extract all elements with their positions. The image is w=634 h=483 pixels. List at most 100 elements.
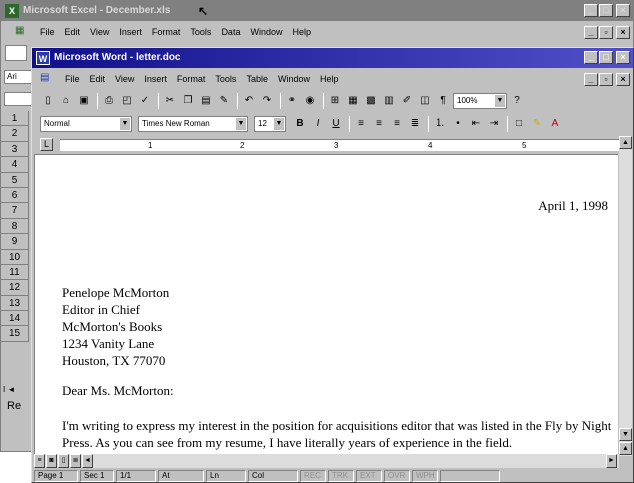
columns-icon[interactable]: ▥ — [381, 93, 397, 109]
word-menu-format[interactable]: Format — [172, 74, 211, 84]
normal-view-icon[interactable]: ≡ — [34, 454, 45, 468]
paste-icon[interactable]: ▤ — [198, 93, 214, 109]
status-spelling-icon[interactable] — [440, 469, 500, 482]
previous-page-icon[interactable]: ▲ — [619, 442, 632, 455]
chevron-down-icon[interactable]: ▼ — [274, 118, 284, 130]
row-header[interactable]: 15 — [1, 326, 29, 342]
zoom-select[interactable]: 100% ▼ — [453, 93, 507, 109]
excel-document-icon[interactable]: ▦ — [15, 25, 31, 39]
open-folder-icon[interactable]: ⌂ — [58, 93, 74, 109]
recipient-address[interactable]: Penelope McMorton Editor in Chief McMort… — [62, 284, 169, 369]
chevron-down-icon[interactable]: ▼ — [495, 95, 505, 107]
document-page[interactable]: April 1, 1998 Penelope McMorton Editor i… — [34, 154, 618, 454]
excel-minimize-button[interactable]: _ — [584, 4, 598, 17]
page-layout-icon[interactable]: ▯ — [58, 454, 69, 468]
status-rec[interactable]: REC — [300, 469, 326, 482]
word-menu-insert[interactable]: Insert — [139, 74, 172, 84]
underline-icon[interactable]: U — [328, 116, 344, 132]
excel-app-icon[interactable]: X — [5, 4, 19, 18]
excel-menu-window[interactable]: Window — [245, 27, 287, 37]
word-menu-table[interactable]: Table — [241, 74, 273, 84]
spelling-icon[interactable]: ✓ — [137, 93, 153, 109]
word-doc-close-button[interactable]: × — [616, 73, 630, 86]
italic-icon[interactable]: I — [310, 116, 326, 132]
excel-menu-edit[interactable]: Edit — [60, 27, 86, 37]
row-header[interactable]: 11 — [1, 264, 29, 281]
row-header[interactable]: 4 — [1, 157, 29, 173]
align-center-icon[interactable]: ≡ — [371, 116, 387, 132]
word-doc-minimize-button[interactable]: _ — [584, 73, 598, 86]
horizontal-scrollbar[interactable]: ≡ ◙ ▯ ≣ ◄ ► — [34, 454, 619, 468]
excel-close-button[interactable]: × — [616, 4, 630, 17]
excel-name-box[interactable] — [4, 92, 34, 106]
bold-icon[interactable]: B — [292, 116, 308, 132]
insert-table-icon[interactable]: ▦ — [345, 93, 361, 109]
border-icon[interactable]: □ — [511, 116, 527, 132]
web-layout-icon[interactable]: ◙ — [46, 454, 57, 468]
format-painter-icon[interactable]: ✎ — [216, 93, 232, 109]
insert-hyperlink-icon[interactable]: ⚭ — [284, 93, 300, 109]
highlight-icon[interactable]: ✎ — [529, 116, 545, 132]
word-title-bar[interactable]: W Microsoft Word - letter.doc _ □ × — [32, 48, 633, 68]
insert-excel-icon[interactable]: ▩ — [363, 93, 379, 109]
font-size-select[interactable]: 12 ▼ — [254, 116, 286, 132]
row-header[interactable]: 12 — [1, 280, 29, 296]
excel-doc-restore-button[interactable]: ▫ — [599, 26, 613, 39]
align-left-icon[interactable]: ≡ — [353, 116, 369, 132]
justify-icon[interactable]: ≣ — [407, 116, 423, 132]
ruler-track[interactable]: 1 2 3 4 5 — [60, 139, 622, 151]
word-menu-file[interactable]: File — [60, 74, 85, 84]
save-icon[interactable]: ▣ — [76, 93, 92, 109]
numbering-icon[interactable]: ⒈ — [432, 116, 448, 132]
row-header[interactable]: 7 — [1, 203, 29, 219]
vertical-scrollbar[interactable]: ▲ ▼ ▲ — [619, 136, 632, 456]
word-doc-restore-button[interactable]: ▫ — [599, 73, 613, 86]
print-preview-icon[interactable]: ◰ — [119, 93, 135, 109]
letter-body[interactable]: I'm writing to express my interest in th… — [62, 417, 618, 451]
web-toolbar-icon[interactable]: ◉ — [302, 93, 318, 109]
word-menu-edit[interactable]: Edit — [85, 74, 111, 84]
increase-indent-icon[interactable]: ⇥ — [486, 116, 502, 132]
tab-stop-selector-icon[interactable]: L — [40, 138, 53, 151]
excel-menu-help[interactable]: Help — [287, 27, 316, 37]
document-map-icon[interactable]: ◫ — [417, 93, 433, 109]
word-menu-view[interactable]: View — [110, 74, 139, 84]
excel-new-button[interactable] — [5, 45, 27, 61]
word-restore-button[interactable]: □ — [599, 51, 613, 64]
excel-menu-view[interactable]: View — [85, 27, 114, 37]
row-header[interactable]: 14 — [1, 311, 29, 327]
row-header[interactable]: 2 — [1, 126, 29, 142]
align-right-icon[interactable]: ≡ — [389, 116, 405, 132]
new-document-icon[interactable]: ▯ — [40, 93, 56, 109]
copy-icon[interactable]: ❐ — [180, 93, 196, 109]
tables-borders-icon[interactable]: ⊞ — [327, 93, 343, 109]
redo-icon[interactable]: ↷ — [259, 93, 275, 109]
scroll-down-icon[interactable]: ▼ — [619, 428, 632, 441]
excel-doc-close-button[interactable]: × — [616, 26, 630, 39]
row-header[interactable]: 1 — [1, 111, 29, 127]
excel-doc-minimize-button[interactable]: _ — [584, 26, 598, 39]
chevron-down-icon[interactable]: ▼ — [236, 118, 246, 130]
excel-menu-data[interactable]: Data — [216, 27, 245, 37]
excel-title-bar[interactable]: X Microsoft Excel - December.xls ↖ _ □ × — [1, 1, 633, 21]
status-wph[interactable]: WPH — [412, 469, 438, 482]
excel-menu-format[interactable]: Format — [147, 27, 186, 37]
scroll-up-icon[interactable]: ▲ — [619, 136, 632, 149]
word-menu-help[interactable]: Help — [315, 74, 344, 84]
ruler[interactable]: L 1 2 3 4 5 — [34, 136, 631, 154]
bullets-icon[interactable]: • — [450, 116, 466, 132]
excel-font-select[interactable]: Ari — [4, 70, 34, 84]
excel-menu-insert[interactable]: Insert — [114, 27, 147, 37]
row-header[interactable]: 13 — [1, 295, 29, 312]
status-trk[interactable]: TRK — [328, 469, 354, 482]
word-close-button[interactable]: × — [616, 51, 630, 64]
font-color-icon[interactable]: A — [547, 116, 563, 132]
outline-view-icon[interactable]: ≣ — [70, 454, 81, 468]
scroll-left-icon[interactable]: ◄ — [82, 454, 93, 468]
row-header[interactable]: 3 — [1, 141, 29, 158]
help-icon[interactable]: ? — [509, 93, 525, 109]
row-header[interactable]: 8 — [1, 218, 29, 235]
word-menu-window[interactable]: Window — [273, 74, 315, 84]
row-header[interactable]: 5 — [1, 172, 29, 188]
excel-menu-file[interactable]: File — [35, 27, 60, 37]
